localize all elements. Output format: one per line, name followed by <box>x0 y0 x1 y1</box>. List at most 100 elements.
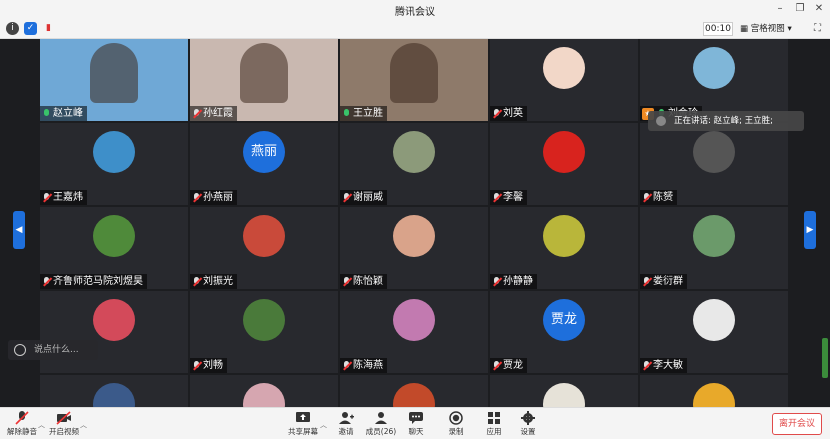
participant-nameplate: 陈海燕 <box>340 358 387 373</box>
invite-label: 邀请 <box>338 427 354 436</box>
avatar <box>693 215 735 257</box>
members-button[interactable]: 成员(26) <box>361 410 401 438</box>
avatar <box>93 131 135 173</box>
participant-name: 刘振光 <box>203 276 233 287</box>
participant-tile[interactable]: 李大敏 <box>640 291 788 373</box>
video-feed <box>90 43 138 103</box>
participant-name: 李馨 <box>503 192 523 203</box>
participant-nameplate: 刘振光 <box>190 274 237 289</box>
view-mode-dropdown[interactable]: ▦ 宫格视图 ▾ <box>740 22 802 36</box>
participant-tile[interactable]: 娄衍群 <box>640 207 788 289</box>
avatar <box>393 215 435 257</box>
participant-nameplate: 陈赟 <box>640 190 677 205</box>
participant-name: 李大敏 <box>653 360 683 371</box>
side-scrollbar[interactable] <box>822 338 828 378</box>
chat-label: 聊天 <box>408 427 424 436</box>
mic-off-icon <box>642 192 651 203</box>
participant-name: 赵立峰 <box>53 108 83 119</box>
avatar <box>93 383 135 407</box>
participant-nameplate: 赵立峰 <box>40 106 87 121</box>
participant-name: 谢丽威 <box>353 192 383 203</box>
participant-tile[interactable]: 陈怡颖 <box>340 207 488 289</box>
prev-page-button[interactable]: ◀ <box>13 211 25 249</box>
invite-button[interactable]: 邀请 <box>326 410 366 438</box>
participant-tile[interactable] <box>490 375 638 407</box>
participant-tile[interactable] <box>640 375 788 407</box>
participant-tile[interactable]: 齐鲁师范马院刘煜昊 <box>40 207 188 289</box>
participant-tile[interactable]: 刘英 <box>490 39 638 121</box>
unmute-label: 解除静音 <box>7 427 37 436</box>
video-options-caret[interactable]: ︿ <box>80 420 87 430</box>
participant-tile[interactable]: 刘振光 <box>190 207 338 289</box>
participant-name: 刘英 <box>503 108 523 119</box>
participant-tile[interactable]: ★刘金玲 <box>640 39 788 121</box>
camera-off-icon <box>56 411 71 425</box>
mic-off-icon <box>15 411 29 425</box>
meeting-info-bar: i ✓ ▮ 00:10 ▦ 宫格视图 ▾ ⛶ <box>0 19 830 39</box>
participant-nameplate: 李馨 <box>490 190 527 205</box>
participant-name: 刘畅 <box>203 360 223 371</box>
unmute-button[interactable]: 解除静音 <box>2 410 42 438</box>
mic-off-icon <box>42 276 51 287</box>
participant-tile[interactable] <box>340 375 488 407</box>
record-icon <box>449 411 463 425</box>
settings-button[interactable]: 设置 <box>508 410 548 438</box>
participant-tile[interactable]: 李馨 <box>490 123 638 205</box>
avatar <box>243 383 285 407</box>
mic-off-icon <box>192 192 201 203</box>
participant-tile[interactable]: 孙静静 <box>490 207 638 289</box>
record-button[interactable]: 录制 <box>436 410 476 438</box>
participant-tile[interactable]: 孙红霞 <box>190 39 338 121</box>
video-label: 开启视频 <box>49 427 79 436</box>
participant-tile[interactable]: 谢丽威 <box>340 123 488 205</box>
speaking-indicator: 正在讲话: 赵立峰; 王立胜; <box>648 111 804 131</box>
participant-tile[interactable]: 刘畅 <box>190 291 338 373</box>
mic-off-icon <box>342 360 351 371</box>
participant-tile[interactable]: 王立胜 <box>340 39 488 121</box>
mic-off-icon <box>642 360 651 371</box>
speaking-text: 正在讲话: 赵立峰; 王立胜; <box>674 116 773 126</box>
avatar <box>693 131 735 173</box>
participant-nameplate: 李大敏 <box>640 358 687 373</box>
participant-tile[interactable]: 贾龙 贾龙 <box>490 291 638 373</box>
avatar: 贾龙 <box>543 299 585 341</box>
shield-icon[interactable]: ✓ <box>24 22 37 35</box>
participant-tile[interactable]: 陈赟 <box>640 123 788 205</box>
start-video-button[interactable]: 开启视频 <box>44 410 84 438</box>
share-screen-button[interactable]: 共享屏幕 <box>283 410 323 438</box>
chat-input[interactable]: 说点什么... <box>8 340 98 360</box>
close-icon[interactable]: ✕ <box>812 2 826 16</box>
avatar <box>693 47 735 89</box>
info-icon[interactable]: i <box>6 22 19 35</box>
participant-tile[interactable]: 陈海燕 <box>340 291 488 373</box>
participant-tile[interactable]: 赵立峰 <box>40 39 188 121</box>
participant-tile[interactable] <box>190 375 338 407</box>
mic-off-icon <box>642 276 651 287</box>
emoji-icon[interactable] <box>14 344 26 356</box>
participant-tile[interactable]: 王嘉炜 <box>40 123 188 205</box>
avatar <box>93 215 135 257</box>
participant-name: 齐鲁师范马院刘煜昊 <box>53 276 143 287</box>
participant-tile[interactable] <box>40 375 188 407</box>
chat-button[interactable]: 聊天 <box>396 410 436 438</box>
participant-tile[interactable]: 燕丽 孙燕丽 <box>190 123 338 205</box>
participant-name: 王嘉炜 <box>53 192 83 203</box>
mic-off-icon <box>342 276 351 287</box>
restore-icon[interactable]: ❐ <box>793 2 807 16</box>
participant-name: 贾龙 <box>503 360 523 371</box>
mic-off-icon <box>492 276 501 287</box>
minimize-icon[interactable]: – <box>773 2 787 16</box>
leave-meeting-button[interactable]: 离开会议 <box>772 413 822 435</box>
window-title: 腾讯会议 <box>395 7 435 18</box>
share-label: 共享屏幕 <box>288 427 318 436</box>
next-page-button[interactable]: ▶ <box>804 211 816 249</box>
record-label: 录制 <box>448 427 464 436</box>
participant-tile[interactable] <box>40 291 188 373</box>
gear-icon <box>521 411 535 425</box>
avatar: 燕丽 <box>243 131 285 173</box>
meeting-timer: 00:10 <box>703 22 733 36</box>
members-label: 成员(26) <box>365 427 397 436</box>
share-screen-icon <box>296 412 310 422</box>
signal-icon[interactable]: ▮ <box>42 22 55 35</box>
fullscreen-icon[interactable]: ⛶ <box>811 22 824 35</box>
